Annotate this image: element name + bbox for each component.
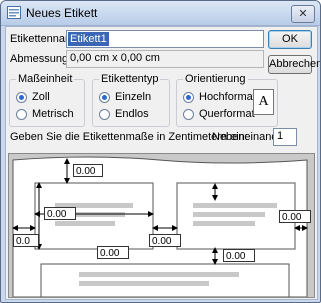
text-line [193, 212, 265, 217]
orientation-portrait-label[interactable]: Hochformat [199, 91, 256, 103]
gap-down-value[interactable]: 0.00 [223, 249, 255, 262]
type-single-label[interactable]: Einzeln [115, 91, 151, 103]
type-single-radio[interactable] [99, 92, 110, 103]
top-margin-value[interactable]: 0.00 [73, 164, 103, 177]
preview-diagram [12, 156, 308, 297]
unit-inch-label[interactable]: Zoll [32, 91, 50, 103]
label-height-value[interactable]: 0.00 [97, 246, 129, 259]
label-name-value: Etikett1 [68, 32, 109, 46]
dimensions-value: 0,00 cm x 0,00 cm [70, 52, 160, 64]
label-name-input[interactable]: Etikett1 [66, 30, 264, 48]
orientation-portrait-radio[interactable] [183, 92, 194, 103]
unit-inch-radio[interactable] [16, 92, 27, 103]
cancel-button[interactable]: Abbrechen [268, 55, 320, 74]
gap-across-value[interactable]: 0.00 [149, 234, 181, 247]
label-width-value[interactable]: 0.00 [44, 207, 76, 220]
label-layout-preview: 0.00 0.00 0.00 0.0 0.00 0.00 0.00 [8, 153, 315, 298]
text-line [79, 272, 239, 277]
across-value: 1 [277, 130, 284, 142]
close-icon: ✕ [298, 8, 308, 20]
text-line [193, 221, 255, 226]
unit-metric-radio[interactable] [16, 109, 27, 120]
dimensions-display: 0,00 cm x 0,00 cm [66, 50, 264, 68]
title-bar: Neues Etikett ✕ [1, 1, 320, 26]
type-group-title: Etikettentyp [99, 73, 161, 85]
text-line [79, 281, 209, 286]
type-continuous-label[interactable]: Endlos [115, 108, 149, 120]
portrait-page-icon: A [253, 89, 274, 115]
orientation-group: Orientierung Hochformat Querformat A [176, 73, 278, 127]
orientation-landscape-label[interactable]: Querformat [199, 108, 255, 120]
app-icon [7, 6, 21, 19]
right-margin-value[interactable]: 0.00 [279, 210, 311, 223]
unit-group: Maßeinheit Zoll Metrisch [9, 73, 85, 127]
dialog-window: Neues Etikett ✕ Etikettenname: Etikett1 … [0, 0, 321, 303]
orientation-landscape-radio[interactable] [183, 109, 194, 120]
unit-group-title: Maßeinheit [16, 73, 75, 85]
window-title: Neues Etikett [26, 6, 98, 20]
text-line [193, 203, 277, 208]
close-button[interactable]: ✕ [291, 5, 315, 23]
text-line [55, 221, 115, 226]
portrait-page-letter: A [258, 94, 269, 109]
label-card-bottom [40, 263, 290, 297]
type-group: Etikettentyp Einzeln Endlos [92, 73, 170, 127]
across-input[interactable]: 1 [273, 128, 297, 146]
left-margin-value[interactable]: 0.0 [13, 234, 39, 247]
ok-button[interactable]: OK [268, 30, 312, 49]
unit-metric-label[interactable]: Metrisch [32, 108, 74, 120]
type-continuous-radio[interactable] [99, 109, 110, 120]
orientation-group-title: Orientierung [183, 73, 248, 85]
dialog-client: Etikettenname: Etikett1 Abmessungen: 0,0… [5, 26, 320, 300]
